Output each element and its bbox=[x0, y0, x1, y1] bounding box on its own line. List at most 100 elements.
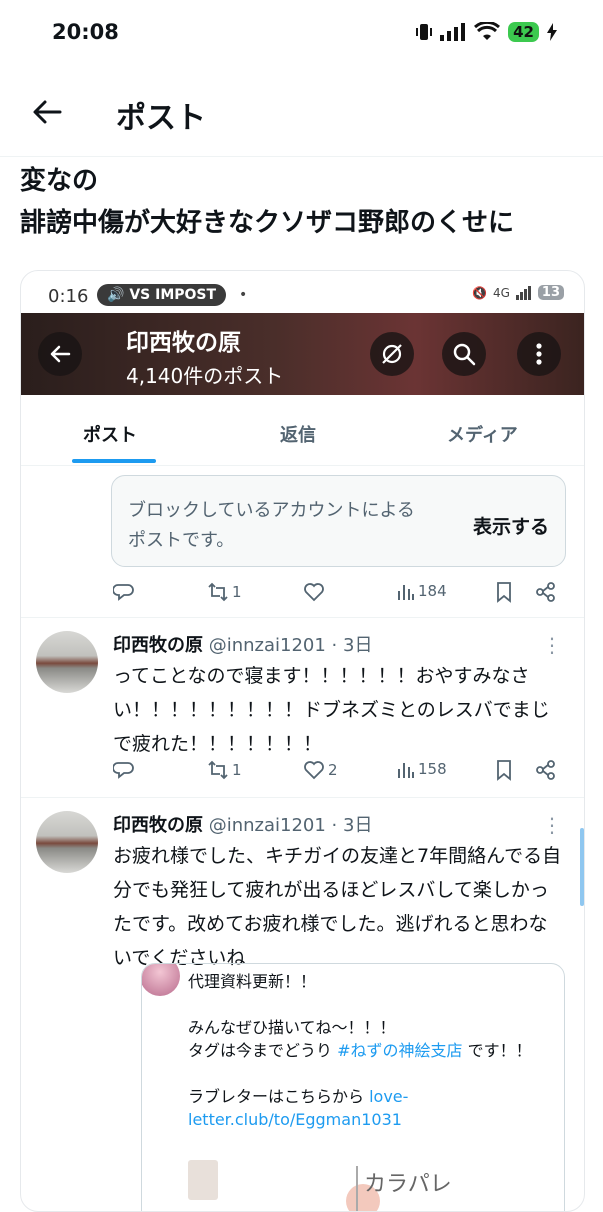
tweet-more-icon[interactable]: ⋮ bbox=[542, 813, 562, 837]
share-button[interactable] bbox=[535, 581, 557, 603]
battery-indicator: 42 bbox=[508, 22, 539, 42]
embedded-battery: 13 bbox=[537, 285, 564, 300]
post-count: 4,140件のポスト bbox=[126, 364, 284, 388]
tab-media[interactable]: メディア bbox=[447, 421, 518, 447]
reply-button[interactable] bbox=[113, 759, 135, 781]
retweet-button[interactable]: 1 bbox=[207, 759, 242, 781]
bookmark-button[interactable] bbox=[495, 759, 513, 781]
network-label: 4G bbox=[492, 285, 510, 300]
quoted-image-thumbnail bbox=[188, 1160, 218, 1200]
bookmark-button[interactable] bbox=[495, 581, 513, 603]
back-arrow-icon[interactable] bbox=[30, 95, 64, 129]
tweet-header: 印西牧の原 @innzai1201 · 3日 bbox=[113, 811, 372, 837]
grok-button[interactable] bbox=[370, 332, 414, 376]
tweet-author-name[interactable]: 印西牧の原 bbox=[113, 635, 203, 656]
quoted-avatar bbox=[142, 964, 180, 996]
embedded-back-button[interactable] bbox=[38, 332, 82, 376]
embedded-status-icons: 🔇 4G 13 bbox=[472, 285, 564, 300]
vibrate-icon bbox=[416, 24, 433, 40]
reply-icon bbox=[113, 762, 134, 779]
blocked-post-actions: 1 184 bbox=[111, 581, 564, 607]
share-icon bbox=[536, 582, 555, 602]
bookmark-icon bbox=[497, 760, 511, 781]
status-icons: 42 bbox=[416, 22, 557, 42]
embedded-back-icon bbox=[50, 345, 71, 363]
view-count: 158 bbox=[418, 760, 447, 778]
views-icon bbox=[398, 585, 414, 600]
tab-posts[interactable]: ポスト bbox=[83, 421, 137, 447]
tweet-actions: 1 2 158 bbox=[111, 759, 564, 785]
quoted-line: ラブレターはこちらから love-letter.club/to/Eggman10… bbox=[188, 1085, 558, 1131]
tweet-handle-time: @innzai1201 · 3日 bbox=[208, 815, 373, 836]
blocked-post-notice: ブロックしているアカウントによるポストです。 表示する bbox=[111, 475, 566, 567]
view-count: 184 bbox=[418, 582, 447, 600]
attached-screenshot[interactable]: 0:16 🔊 VS IMPOST • 🔇 4G 13 印西牧の原 4,140件の… bbox=[20, 270, 585, 1212]
quoted-line: みんなぜひ描いてね〜！！！ bbox=[188, 1018, 396, 1037]
quoted-text-part: です！！ bbox=[462, 1041, 532, 1060]
quoted-image-handwriting: カラパレ bbox=[356, 1166, 514, 1211]
quoted-text-part: タグは今までどうり bbox=[188, 1041, 338, 1060]
quoted-line: 代理資料更新！！ bbox=[188, 972, 317, 991]
tweet-text: お疲れ様でした、キチガイの友達と7年間絡んでる自分でも発狂して疲れが出るほどレス… bbox=[113, 845, 562, 969]
call-pill-label: VS IMPOST bbox=[129, 287, 217, 303]
avatar[interactable] bbox=[36, 631, 98, 693]
heart-icon bbox=[304, 583, 324, 602]
status-time: 20:08 bbox=[52, 20, 119, 44]
views-icon bbox=[398, 763, 414, 778]
charging-icon bbox=[547, 23, 557, 41]
wifi-icon bbox=[474, 22, 501, 40]
embedded-signal-icon bbox=[515, 285, 531, 300]
share-icon bbox=[536, 760, 555, 780]
page-title: ポスト bbox=[116, 101, 206, 136]
retweet-icon bbox=[208, 582, 228, 602]
retweet-icon bbox=[208, 760, 228, 780]
tweet-author-name[interactable]: 印西牧の原 bbox=[113, 815, 203, 836]
notification-dot: • bbox=[239, 287, 248, 303]
header-divider bbox=[0, 156, 603, 157]
heart-icon bbox=[304, 761, 324, 780]
show-button[interactable]: 表示する bbox=[473, 512, 549, 539]
active-tab-indicator bbox=[72, 459, 156, 463]
like-button[interactable] bbox=[303, 581, 325, 603]
quoted-text-part: ラブレターはこちらから bbox=[188, 1087, 370, 1106]
like-button[interactable]: 2 bbox=[303, 759, 338, 781]
tab-replies[interactable]: 返信 bbox=[280, 421, 316, 447]
blocked-message: ブロックしているアカウントによるポストです。 bbox=[128, 500, 415, 551]
tweet-divider bbox=[21, 797, 584, 798]
profile-name: 印西牧の原 bbox=[126, 330, 241, 356]
profile-tabs: ポスト 返信 メディア bbox=[21, 395, 584, 466]
tweet-more-icon[interactable]: ⋮ bbox=[542, 633, 562, 657]
search-icon bbox=[453, 343, 476, 366]
views-button[interactable]: 184 bbox=[397, 581, 447, 601]
embedded-time: 0:16 bbox=[48, 286, 89, 307]
grok-icon bbox=[382, 344, 402, 364]
reply-button[interactable] bbox=[113, 581, 135, 603]
retweet-count: 1 bbox=[232, 761, 242, 779]
post-text: 変なの 誹謗中傷が大好きなクソザコ野郎のくせに bbox=[20, 166, 515, 238]
like-count: 2 bbox=[328, 761, 338, 779]
more-button[interactable] bbox=[517, 332, 561, 376]
embedded-status-bar: 0:16 🔊 VS IMPOST • 🔇 4G 13 bbox=[21, 271, 584, 313]
avatar[interactable] bbox=[36, 811, 98, 873]
quoted-post[interactable]: 代理資料更新！！ みんなぜひ描いてね〜！！！ タグは今までどうり #ねずの神絵支… bbox=[141, 963, 565, 1211]
tweet-text: ってことなので寝ます！！！！！！おやすみなさい！！！！！！！！！ドブネズミとのレ… bbox=[113, 665, 550, 755]
hashtag-link[interactable]: #ねずの神絵支店 bbox=[337, 1041, 462, 1060]
tweet-handle-time: @innzai1201 · 3日 bbox=[208, 635, 373, 656]
reply-icon bbox=[113, 584, 134, 601]
retweet-count: 1 bbox=[232, 583, 242, 601]
retweet-button[interactable]: 1 bbox=[207, 581, 242, 603]
quoted-post-text: 代理資料更新！！ みんなぜひ描いてね〜！！！ タグは今までどうり #ねずの神絵支… bbox=[188, 970, 558, 1131]
mute-icon: 🔇 bbox=[472, 285, 487, 300]
signal-icon bbox=[440, 23, 466, 41]
more-vertical-icon bbox=[536, 343, 542, 365]
scrollbar[interactable] bbox=[580, 828, 584, 906]
bookmark-icon bbox=[497, 582, 511, 603]
call-pill: 🔊 VS IMPOST bbox=[97, 284, 227, 306]
profile-banner: 印西牧の原 4,140件のポスト bbox=[21, 313, 584, 395]
quoted-line: タグは今までどうり #ねずの神絵支店 です！！ bbox=[188, 1039, 558, 1062]
tweet-divider bbox=[21, 617, 584, 618]
share-button[interactable] bbox=[535, 759, 557, 781]
views-button[interactable]: 158 bbox=[397, 759, 447, 779]
search-button[interactable] bbox=[442, 332, 486, 376]
tweet-header: 印西牧の原 @innzai1201 · 3日 bbox=[113, 631, 372, 657]
